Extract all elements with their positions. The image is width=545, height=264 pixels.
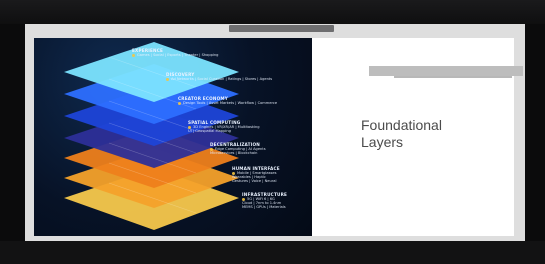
label-creator-economy: CREATOR ECONOMY Design Tools | Asset Mar… [178,96,277,105]
bullet-icon [166,77,169,81]
layer-items-text: 5G | WiFi 6 | 6G Cloud | 7nm to 1.4nm ME… [242,197,286,209]
video-screen: EXPERIENCE Games | Social | Esports | Th… [0,0,545,264]
layer-items: Design Tools | Asset Markets | Workflow … [178,101,277,105]
layer-items: Ad Networks | Social Curation | Ratings … [166,77,272,81]
layer-items: 5G | WiFi 6 | 6G Cloud | 7nm to 1.4nm ME… [242,197,287,209]
label-human-interface: HUMAN INTERFACE Mobile | Smartglasses We… [232,166,280,183]
bullet-icon [178,101,181,105]
layer-items-text: Ad Networks | Social Curation | Ratings … [171,77,273,81]
plates [64,42,239,230]
layer-items-text: Mobile | Smartglasses Wearables | Haptic… [232,171,277,183]
top-letterbox [0,0,545,24]
label-experience: EXPERIENCE Games | Social | Esports | Th… [132,48,218,57]
layer-items: Edge Computing | AI Agents Microservices… [210,147,266,155]
top-status-bar [229,25,334,32]
layer-items: 3D Engines | VR/XR/AR | Multitasking UI … [188,125,260,133]
layer-items: Mobile | Smartglasses Wearables | Haptic… [232,171,280,183]
metaverse-layers-diagram: EXPERIENCE Games | Social | Esports | Th… [34,38,312,236]
layer-items: Games | Social | Esports | Theater | Sho… [132,53,218,57]
slide-title: Foundational Layers [361,117,442,150]
label-decentralization: DECENTRALIZATION Edge Computing | AI Age… [210,142,266,155]
label-discovery: DISCOVERY Ad Networks | Social Curation … [166,72,272,81]
bullet-icon [132,53,135,57]
label-spatial-computing: SPATIAL COMPUTING 3D Engines | VR/XR/AR … [188,120,260,133]
overlay-bar [369,66,523,76]
layer-items-text: Games | Social | Esports | Theater | Sho… [137,53,219,57]
layer-items-text: Edge Computing | AI Agents Microservices… [210,147,266,155]
layer-items-text: 3D Engines | VR/XR/AR | Multitasking UI … [188,125,260,133]
label-infrastructure: INFRASTRUCTURE 5G | WiFi 6 | 6G Cloud | … [242,192,287,209]
bottom-letterbox [0,241,545,264]
layer-items-text: Design Tools | Asset Markets | Workflow … [183,101,278,105]
